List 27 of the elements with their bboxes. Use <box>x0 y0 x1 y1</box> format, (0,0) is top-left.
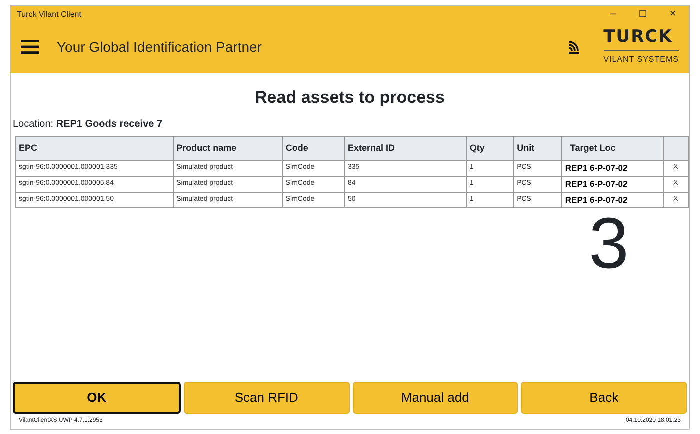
column-header: External ID <box>344 136 466 160</box>
window-title: Turck Vilant Client <box>17 9 82 21</box>
maximize-button[interactable]: □ <box>633 9 653 21</box>
page-title: Read assets to process <box>254 87 446 109</box>
location-value: REP1 Goods receive 7 <box>56 118 163 130</box>
column-header: Code <box>282 136 344 160</box>
logo-subtitle: VILANT SYSTEMS <box>604 50 679 66</box>
column-header: Unit <box>514 136 562 160</box>
table-cell: REP1 6-P-07-02 <box>562 192 664 208</box>
table-cell: REP1 6-P-07-02 <box>562 160 664 176</box>
column-header: EPC <box>16 136 174 160</box>
item-count: 3 <box>588 208 629 280</box>
logo-text: TURCK <box>604 28 674 46</box>
column-header: Target Loc <box>562 136 664 160</box>
table-cell: REP1 6-P-07-02 <box>562 176 664 192</box>
close-button[interactable]: × <box>663 9 683 21</box>
tagline: Your Global Identification Partner <box>57 38 262 56</box>
rfid-signal-icon <box>568 40 580 54</box>
action-button[interactable]: Manual add <box>352 382 518 414</box>
action-button[interactable]: Back <box>521 382 687 414</box>
column-header: Product name <box>173 136 282 160</box>
action-button[interactable]: OK <box>13 382 181 414</box>
minimize-button[interactable]: – <box>603 9 623 21</box>
menu-icon[interactable] <box>21 40 39 54</box>
action-button[interactable]: Scan RFID <box>184 382 350 414</box>
location-label: Location: <box>13 118 54 130</box>
column-header: Qty <box>466 136 514 160</box>
